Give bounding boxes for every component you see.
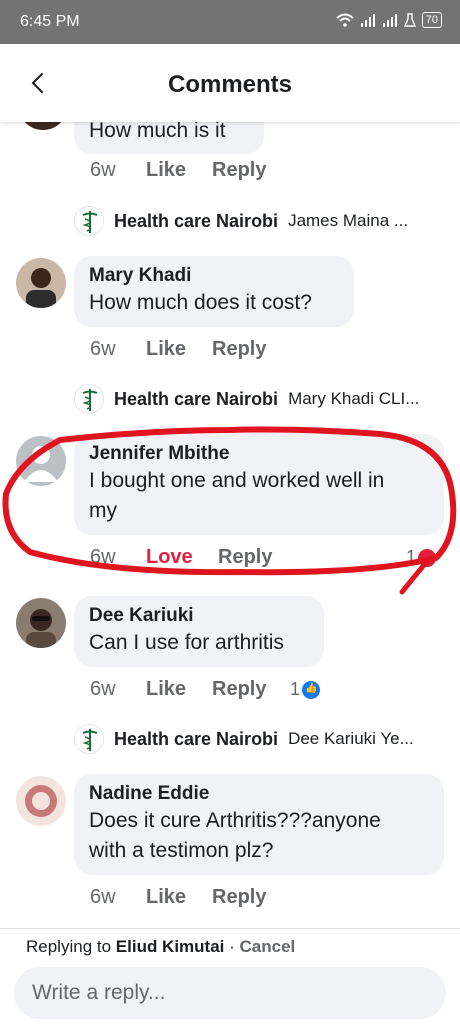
- comment-time: 6w: [90, 546, 116, 568]
- status-bar: 6:45 PM 70: [0, 0, 460, 44]
- replying-to-name: Eliud Kimutai: [115, 937, 225, 956]
- comment-actions: 6w Like Reply: [90, 159, 266, 182]
- caduceus-logo-icon: [74, 206, 104, 236]
- comment-text: How much is it: [89, 122, 226, 142]
- like-button[interactable]: Like: [146, 159, 212, 182]
- battery-icon: 70: [421, 12, 442, 28]
- reply-composer: Replying to Eliud Kimutai · Cancel: [0, 928, 460, 1024]
- comment-text: I bought one and worked well in: [89, 469, 385, 492]
- comment-time: 6w: [90, 159, 116, 181]
- reaction-count[interactable]: 1: [290, 679, 321, 700]
- comment-bubble[interactable]: Mary Khadi How much does it cost?: [74, 256, 354, 327]
- reply-snippet: Mary Khadi CLI...: [288, 389, 420, 408]
- reply-preview[interactable]: Health care Nairobi Dee Kariuki Ye...: [74, 724, 414, 754]
- reply-button[interactable]: Reply: [218, 546, 272, 569]
- comment-author[interactable]: Dee Kariuki: [89, 604, 309, 628]
- status-icons: 70: [336, 12, 442, 28]
- comment-author[interactable]: Nadine Eddie: [89, 782, 429, 806]
- reply-snippet: James Maina ...: [288, 211, 409, 230]
- caduceus-logo-icon: [74, 724, 104, 754]
- comment-actions: 6w Like Reply: [90, 338, 266, 361]
- comment-author[interactable]: Jennifer Mbithe: [89, 442, 429, 466]
- signal-icon: [382, 14, 397, 27]
- comment-author[interactable]: Mary Khadi: [89, 264, 339, 288]
- signal-icon: [360, 14, 375, 27]
- comment-text: Can I use for arthritis: [89, 631, 284, 654]
- reply-page-name: Health care Nairobi: [114, 728, 279, 749]
- page-title: Comments: [167, 71, 293, 98]
- avatar[interactable]: [16, 776, 66, 826]
- comment-text: my: [89, 499, 117, 522]
- comment-text: How much does it cost?: [89, 291, 312, 314]
- wifi-icon: [336, 13, 354, 27]
- reply-button[interactable]: Reply: [212, 678, 266, 701]
- love-reaction-icon: [418, 548, 437, 567]
- avatar[interactable]: [18, 122, 68, 130]
- love-reaction-button[interactable]: Love: [146, 546, 218, 569]
- like-reaction-icon: [302, 680, 321, 699]
- status-time: 6:45 PM: [20, 13, 80, 30]
- like-button[interactable]: Like: [146, 886, 212, 909]
- avatar[interactable]: [16, 598, 66, 648]
- comment-bubble[interactable]: How much is it: [74, 122, 264, 154]
- comment-actions: 6w Like Reply: [90, 678, 266, 701]
- reply-preview[interactable]: Health care Nairobi James Maina ...: [74, 206, 408, 236]
- flask-icon: [403, 13, 416, 27]
- comment-time: 6w: [90, 886, 116, 908]
- comment-bubble[interactable]: Dee Kariuki Can I use for arthritis: [74, 596, 324, 667]
- comment-bubble[interactable]: Jennifer Mbithe I bought one and worked …: [74, 434, 444, 535]
- comment-actions: 6w Like Reply: [90, 886, 266, 909]
- reply-button[interactable]: Reply: [212, 338, 266, 361]
- reply-input[interactable]: [14, 967, 446, 1019]
- cancel-button[interactable]: Cancel: [240, 937, 296, 956]
- reaction-count[interactable]: 1: [406, 547, 437, 568]
- comment-time: 6w: [90, 678, 116, 700]
- avatar[interactable]: [16, 436, 66, 486]
- reply-button[interactable]: Reply: [212, 886, 266, 909]
- comment-bubble[interactable]: Nadine Eddie Does it cure Arthritis???an…: [74, 774, 444, 875]
- header: Comments: [0, 44, 460, 122]
- comments-list[interactable]: How much is it 6w Like Reply Health care…: [0, 122, 460, 928]
- reply-page-name: Health care Nairobi: [114, 388, 279, 409]
- reply-button[interactable]: Reply: [212, 159, 266, 182]
- comment-text: with a testimon plz?: [89, 839, 274, 862]
- reply-snippet: Dee Kariuki Ye...: [288, 729, 414, 748]
- like-button[interactable]: Like: [146, 338, 212, 361]
- comment-text: Does it cure Arthritis???anyone: [89, 809, 381, 832]
- caduceus-logo-icon: [74, 384, 104, 414]
- like-button[interactable]: Like: [146, 678, 212, 701]
- reply-preview[interactable]: Health care Nairobi Mary Khadi CLI...: [74, 384, 419, 414]
- replying-to: Replying to Eliud Kimutai · Cancel: [26, 937, 296, 956]
- comment-actions: 6w Love Reply: [90, 546, 272, 569]
- reply-page-name: Health care Nairobi: [114, 210, 279, 231]
- avatar[interactable]: [16, 258, 66, 308]
- comment-time: 6w: [90, 338, 116, 360]
